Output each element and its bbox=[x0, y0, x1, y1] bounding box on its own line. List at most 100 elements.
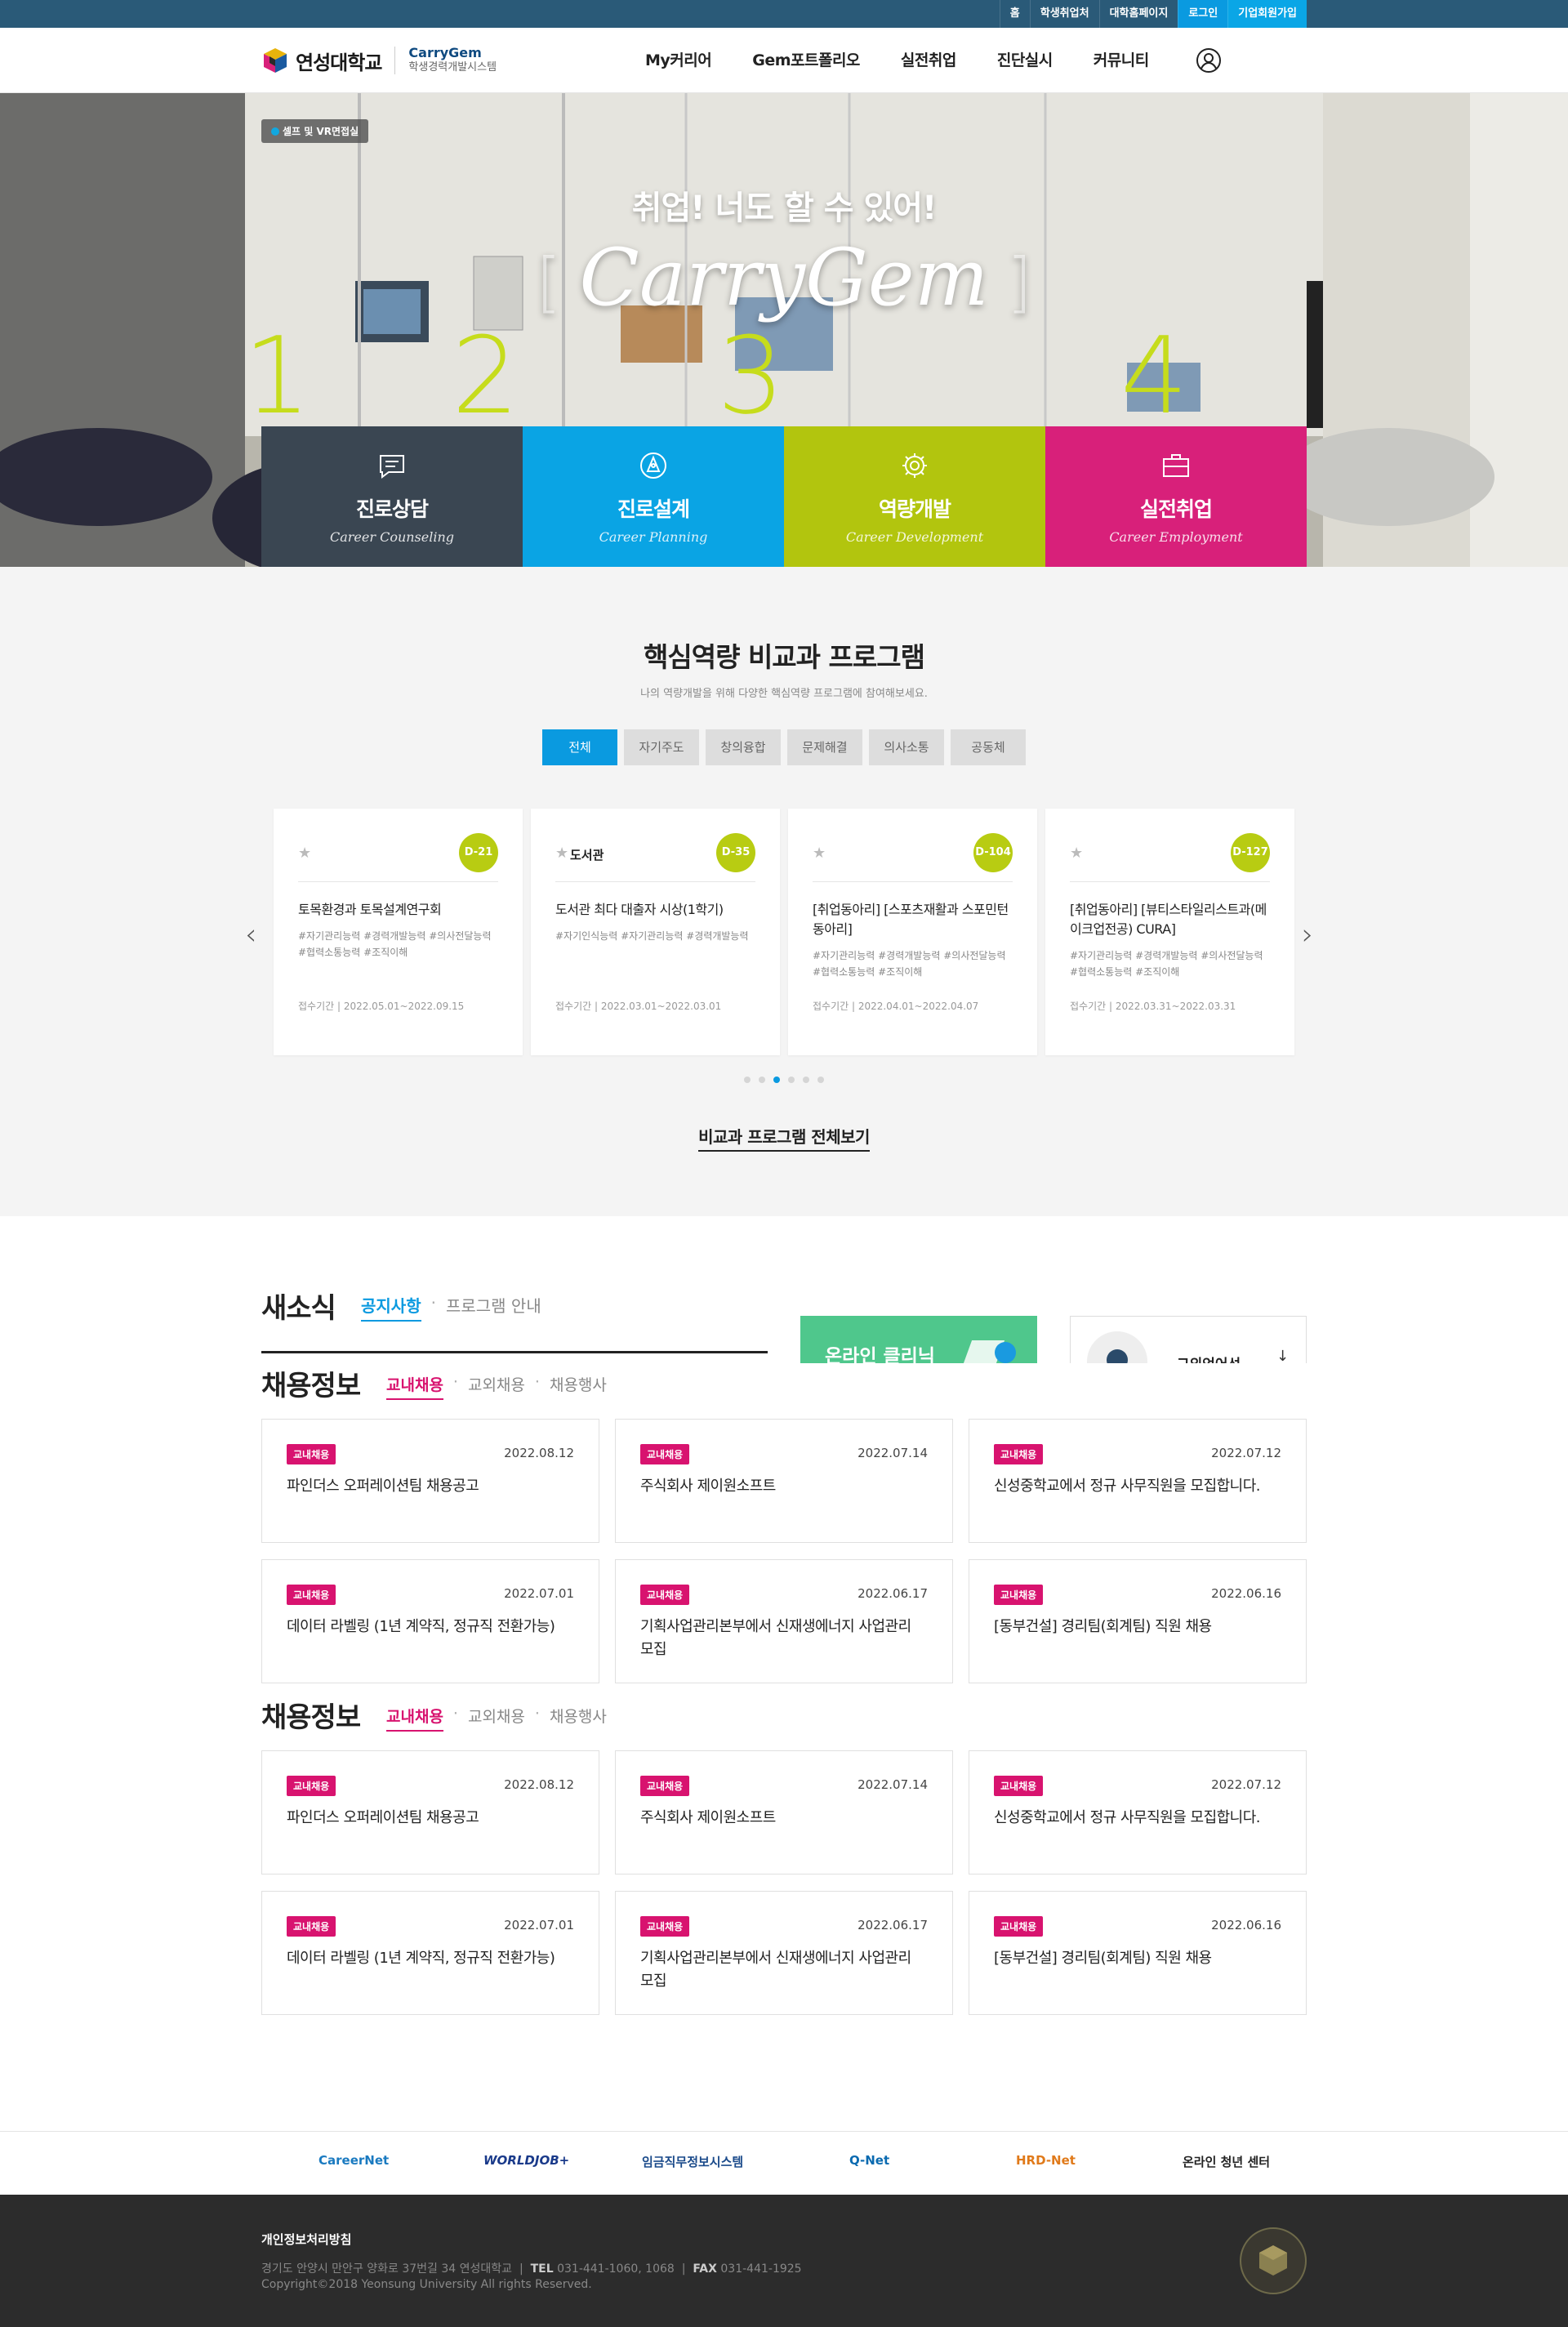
tab-community[interactable]: 공동체 bbox=[951, 729, 1026, 765]
tab-all[interactable]: 전체 bbox=[542, 729, 617, 765]
job-date: 2022.08.12 bbox=[504, 1446, 574, 1460]
tab-program-info[interactable]: 프로그램 안내 bbox=[446, 1293, 541, 1322]
partner-worldjob[interactable]: WORLDJOB+ bbox=[483, 2153, 569, 2168]
job-badge: 교내채용 bbox=[994, 1776, 1044, 1796]
tab-communication[interactable]: 의사소통 bbox=[869, 729, 944, 765]
util-home-link[interactable]: 홈 bbox=[999, 0, 1030, 28]
job-card[interactable]: 교내채용 2022.07.12 신성중학교에서 정규 사무직원을 모집합니다. bbox=[969, 1419, 1307, 1543]
partner-wage-info[interactable]: 임금직무정보시스템 bbox=[642, 2153, 743, 2170]
tab-creative[interactable]: 창의융합 bbox=[706, 729, 781, 765]
job-date: 2022.06.17 bbox=[858, 1918, 928, 1932]
program-period: 접수기간 | 2022.03.01~2022.03.01 bbox=[555, 1001, 722, 1012]
job-card[interactable]: 교내채용 2022.06.17 기획사업관리본부에서 신재생에너지 사업관리 모집 bbox=[615, 1891, 953, 2015]
job-card[interactable]: 교내채용 2022.07.01 데이터 라벨링 (1년 계약직, 정규직 전환가능) bbox=[261, 1891, 599, 2015]
util-employment-link[interactable]: 학생취업처 bbox=[1029, 0, 1099, 28]
partner-qnet[interactable]: Q-Net bbox=[849, 2153, 889, 2168]
prev-arrow-icon[interactable]: ‹ bbox=[245, 918, 256, 952]
news-tabs: 공지사항 · 프로그램 안내 bbox=[361, 1293, 541, 1322]
job-badge: 교내채용 bbox=[994, 1916, 1044, 1937]
news-section: 새소식 공지사항 · 프로그램 안내 온라인 클리닉 그외언어선 ↓ bbox=[0, 1216, 1568, 1363]
site-logo[interactable]: 연성대학교 CarryGem 학생경력개발시스템 bbox=[261, 46, 497, 75]
tab-on-campus[interactable]: 교내채용 bbox=[386, 1705, 443, 1732]
job-date: 2022.07.12 bbox=[1211, 1777, 1281, 1792]
fax-number: 031-441-1925 bbox=[720, 2262, 802, 2276]
card-career-planning[interactable]: 진로설계 Career Planning bbox=[523, 426, 784, 567]
nav-my-career[interactable]: My커리어 bbox=[645, 28, 712, 93]
nav-diagnosis[interactable]: 진단실시 bbox=[997, 28, 1053, 93]
language-selector[interactable]: 그외언어선 ↓ bbox=[1070, 1316, 1307, 1363]
login-link[interactable]: 로그인 bbox=[1178, 0, 1228, 28]
privacy-policy-link[interactable]: 개인정보처리방침 bbox=[261, 2231, 351, 2248]
program-card[interactable]: ★ D-21 토목환경과 토목설계연구회 #자기관리능력 #경력개발능력 #의사전… bbox=[274, 809, 523, 1055]
program-tags: #자기인식능력 #자기관리능력 #경력개발능력 bbox=[555, 930, 749, 942]
section-desc: 나의 역량개발을 위해 다양한 핵심역량 프로그램에 참여해보세요. bbox=[640, 688, 928, 700]
program-card[interactable]: ★ D-104 [취업동아리] [스포츠재활과 스포민턴 동아리] #자기관리능력… bbox=[788, 809, 1037, 1055]
tab-off-campus[interactable]: 교외채용 bbox=[468, 1373, 525, 1400]
star-icon[interactable]: ★ bbox=[813, 845, 826, 862]
partner-careernet[interactable]: CareerNet bbox=[318, 2153, 389, 2168]
job-card[interactable]: 교내채용 2022.06.16 [동부건설] 경리팀(회계팀) 직원 채용 bbox=[969, 1891, 1307, 2015]
program-category: 도서관 bbox=[570, 848, 604, 863]
corp-signup-link[interactable]: 기업회원가입 bbox=[1227, 0, 1307, 28]
job-date: 2022.07.12 bbox=[1211, 1446, 1281, 1460]
university-seal-icon bbox=[1240, 2227, 1307, 2294]
job-date: 2022.07.14 bbox=[858, 1446, 928, 1460]
program-card[interactable]: ★ D-127 [취업동아리] [뷰티스타일리스트과(메이크업전공) CURA] … bbox=[1045, 809, 1294, 1055]
nav-community[interactable]: 커뮤니티 bbox=[1094, 28, 1149, 93]
job-card[interactable]: 교내채용 2022.06.16 [동부건설] 경리팀(회계팀) 직원 채용 bbox=[969, 1559, 1307, 1683]
tab-job-events[interactable]: 채용행사 bbox=[550, 1373, 607, 1400]
carousel-dot[interactable] bbox=[817, 1077, 824, 1083]
job-card[interactable]: 교내채용 2022.07.12 신성중학교에서 정규 사무직원을 모집합니다. bbox=[969, 1750, 1307, 1875]
tab-off-campus[interactable]: 교외채용 bbox=[468, 1705, 525, 1732]
next-arrow-icon[interactable]: › bbox=[1302, 918, 1313, 952]
carousel-dot[interactable] bbox=[759, 1077, 765, 1083]
partner-youth-center[interactable]: 온라인 청년 센터 bbox=[1183, 2153, 1270, 2170]
job-card[interactable]: 교내채용 2022.07.14 주식회사 제이원소프트 bbox=[615, 1750, 953, 1875]
job-card[interactable]: 교내채용 2022.06.17 기획사업관리본부에서 신재생에너지 사업관리 모집 bbox=[615, 1559, 953, 1683]
job-badge: 교내채용 bbox=[640, 1585, 690, 1605]
job-section-title: 채용정보 bbox=[261, 1370, 361, 1402]
tab-problem-solving[interactable]: 문제해결 bbox=[787, 729, 862, 765]
job-badge: 교내채용 bbox=[994, 1444, 1044, 1464]
view-all-link[interactable]: 비교과 프로그램 전체보기 bbox=[698, 1127, 870, 1152]
program-card[interactable]: ★ 도서관 D-35 도서관 최다 대출자 시상(1학기) #자기인식능력 #자기관… bbox=[531, 809, 780, 1055]
view-all-programs: 비교과 프로그램 전체보기 bbox=[0, 1124, 1568, 1152]
tab-notice[interactable]: 공지사항 bbox=[361, 1293, 421, 1322]
partner-links: CareerNet WORLDJOB+ 임금직무정보시스템 Q-Net HRD-… bbox=[0, 2131, 1568, 2195]
carousel-dot-active[interactable] bbox=[773, 1077, 780, 1083]
online-clinic-banner[interactable]: 온라인 클리닉 bbox=[800, 1316, 1037, 1363]
job-card[interactable]: 교내채용 2022.07.14 주식회사 제이원소프트 bbox=[615, 1419, 953, 1543]
job-section-title: 채용정보 bbox=[261, 1701, 361, 1734]
dday-badge: D-35 bbox=[716, 833, 755, 872]
logo-name: 연성대학교 bbox=[296, 51, 382, 74]
carousel-dot[interactable] bbox=[744, 1077, 751, 1083]
star-icon[interactable]: ★ bbox=[1070, 845, 1083, 862]
card-career-counseling[interactable]: 진로상담 Career Counseling bbox=[261, 426, 523, 567]
star-icon[interactable]: ★ bbox=[555, 845, 568, 862]
carousel-dot[interactable] bbox=[803, 1077, 809, 1083]
card-career-employment[interactable]: 실전취업 Career Employment bbox=[1045, 426, 1307, 567]
util-university-link[interactable]: 대학홈페이지 bbox=[1098, 0, 1178, 28]
card-career-development[interactable]: 역량개발 Career Development bbox=[784, 426, 1045, 567]
job-info-section: 채용정보 교내채용 · 교외채용 · 채용행사 교내채용 2022.08.12 파인… bbox=[0, 1695, 1568, 2026]
tab-separator: · bbox=[534, 1373, 540, 1391]
partner-hrdnet[interactable]: HRD-Net bbox=[1016, 2153, 1076, 2168]
job-card[interactable]: 교내채용 2022.08.12 파인더스 오퍼레이션팀 채용공고 bbox=[261, 1419, 599, 1543]
check-icon bbox=[995, 1342, 1016, 1363]
carousel-dot[interactable] bbox=[788, 1077, 795, 1083]
nav-employment[interactable]: 실전취업 bbox=[901, 28, 956, 93]
tab-self-directed[interactable]: 자기주도 bbox=[624, 729, 699, 765]
job-card[interactable]: 교내채용 2022.07.01 데이터 라벨링 (1년 계약직, 정규직 전환가능) bbox=[261, 1559, 599, 1683]
job-card-grid: 교내채용 2022.08.12 파인더스 오퍼레이션팀 채용공고 교내채용 2022.… bbox=[261, 1750, 1307, 2031]
hero-number: 3 bbox=[717, 314, 785, 438]
user-icon[interactable] bbox=[1196, 47, 1222, 74]
job-card[interactable]: 교내채용 2022.08.12 파인더스 오퍼레이션팀 채용공고 bbox=[261, 1750, 599, 1875]
tab-on-campus[interactable]: 교내채용 bbox=[386, 1373, 443, 1400]
program-card-list: ★ D-21 토목환경과 토목설계연구회 #자기관리능력 #경력개발능력 #의사전… bbox=[274, 809, 1303, 1055]
nav-gem-portfolio[interactable]: Gem포트폴리오 bbox=[752, 28, 860, 93]
tab-job-events[interactable]: 채용행사 bbox=[550, 1705, 607, 1732]
tab-separator: · bbox=[452, 1705, 458, 1723]
star-icon[interactable]: ★ bbox=[298, 845, 311, 862]
chat-icon bbox=[376, 449, 408, 482]
hero-brand-text: CarryGem bbox=[579, 232, 989, 323]
